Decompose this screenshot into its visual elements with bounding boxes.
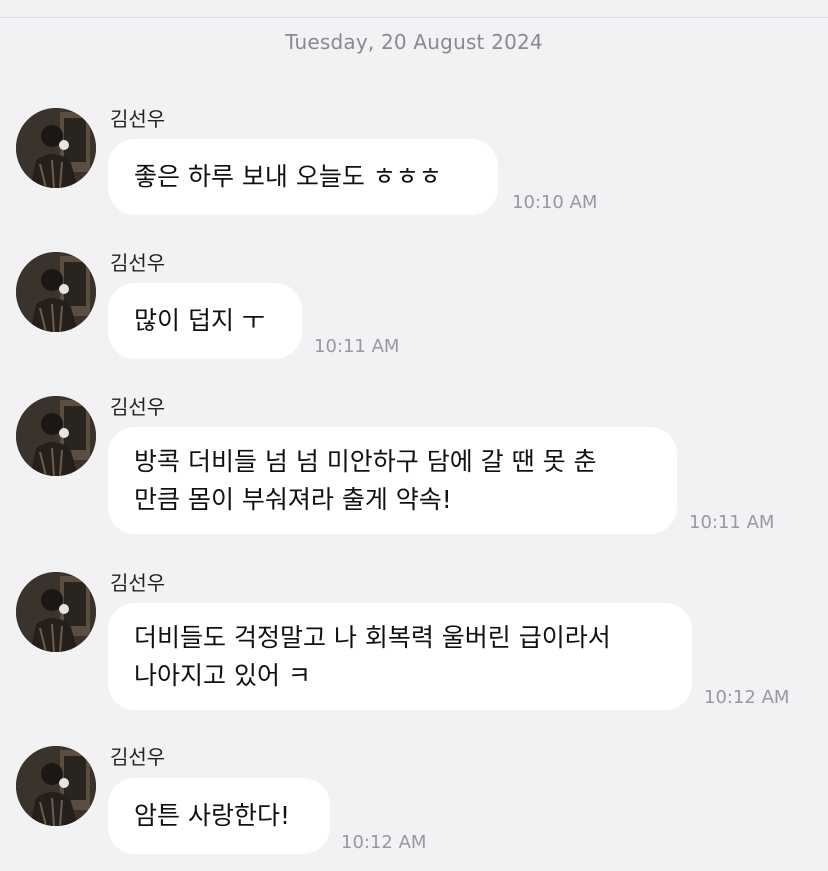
message-timestamp: 10:11 AM <box>689 512 775 533</box>
date-header: Tuesday, 20 August 2024 <box>285 30 543 54</box>
avatar-photo-icon <box>16 396 96 476</box>
message-bubble[interactable]: 좋은 하루 보내 오늘도 ㅎㅎㅎ <box>108 139 498 215</box>
avatar[interactable] <box>16 746 96 826</box>
sender-name: 김선우 <box>110 107 166 131</box>
message-bubble[interactable]: 더비들도 걱정말고 나 회복력 울버린 급이라서 나아지고 있어 ㅋ <box>108 603 692 710</box>
sender-name: 김선우 <box>110 745 166 769</box>
avatar-photo-icon <box>16 746 96 826</box>
sender-name: 김선우 <box>110 571 166 595</box>
message-timestamp: 10:10 AM <box>512 192 598 213</box>
message-bubble[interactable]: 방콕 더비들 넘 넘 미안하구 담에 갈 땐 못 춘 만큼 몸이 부숴져라 출게… <box>108 427 677 534</box>
avatar[interactable] <box>16 572 96 652</box>
avatar-photo-icon <box>16 572 96 652</box>
top-divider <box>0 17 828 18</box>
message-timestamp: 10:12 AM <box>704 687 790 708</box>
avatar[interactable] <box>16 396 96 476</box>
message-bubble[interactable]: 많이 덥지 ㅜ <box>108 283 302 359</box>
message-bubble[interactable]: 암튼 사랑한다! <box>108 778 330 854</box>
avatar[interactable] <box>16 108 96 188</box>
message-timestamp: 10:11 AM <box>314 336 400 357</box>
sender-name: 김선우 <box>110 251 166 275</box>
avatar[interactable] <box>16 252 96 332</box>
avatar-photo-icon <box>16 108 96 188</box>
message-timestamp: 10:12 AM <box>341 832 427 853</box>
sender-name: 김선우 <box>110 395 166 419</box>
avatar-photo-icon <box>16 252 96 332</box>
